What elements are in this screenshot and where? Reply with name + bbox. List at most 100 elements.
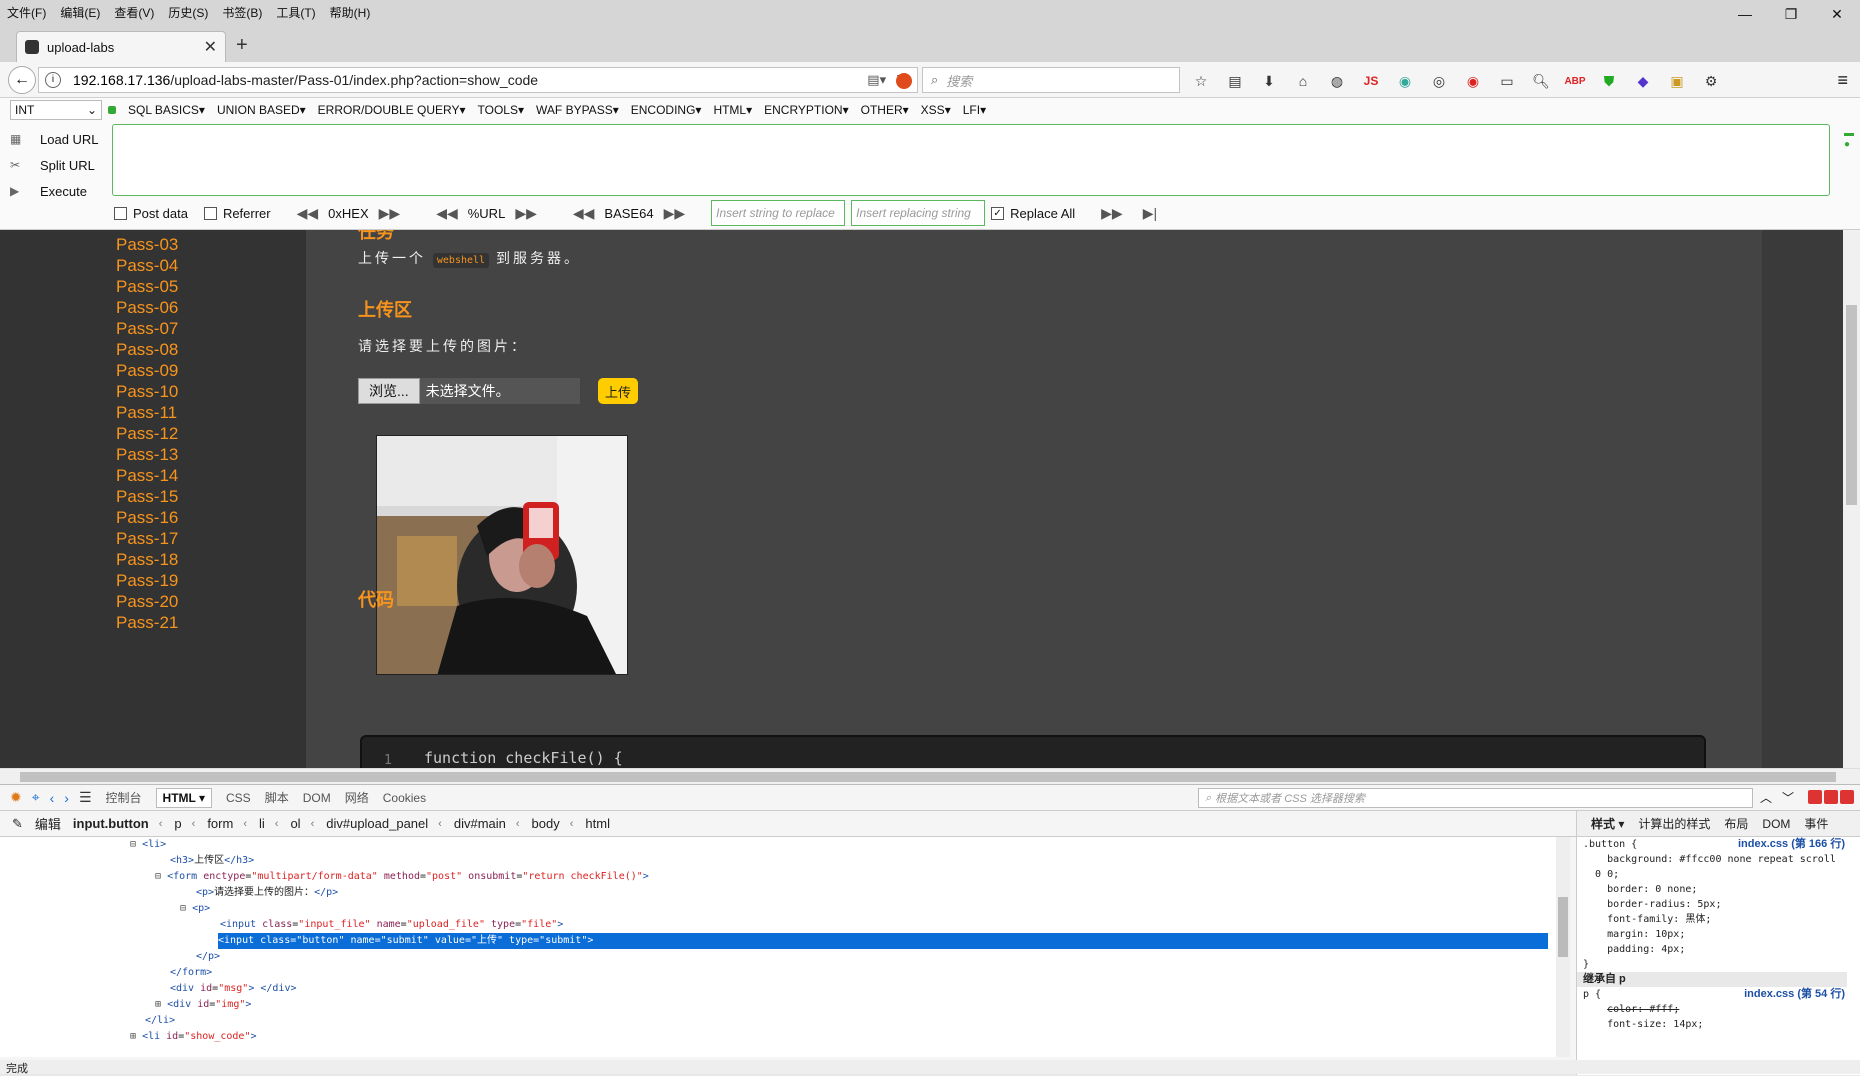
scrollbar-thumb[interactable] (1846, 305, 1857, 505)
tree-node[interactable]: <h3>上传区</h3> (170, 853, 254, 869)
hackbar-menu-error-double-query[interactable]: ERROR/DOUBLE QUERY▾ (318, 103, 466, 117)
css-property[interactable]: border: 0 none; (1577, 882, 1847, 897)
breadcrumb-body[interactable]: body (532, 816, 560, 831)
tree-node[interactable]: <p>请选择要上传的图片：</p> (196, 885, 338, 901)
sidebar-item-pass-13[interactable]: Pass-13 (116, 445, 178, 465)
replace-end-icon[interactable]: ▶| (1143, 205, 1157, 222)
replace-all-checkbox[interactable]: ✓ Replace All (991, 206, 1075, 221)
css-source-link[interactable]: index.css (第 54 行) (1744, 987, 1845, 1002)
inspect-element-icon[interactable]: ⌖ (32, 789, 40, 806)
tree-node[interactable]: ⊞ <li id="show_code"> (130, 1029, 257, 1045)
insert-string-input[interactable]: Insert string to replace (711, 200, 846, 226)
breadcrumb-form[interactable]: form (207, 816, 233, 831)
sidebar-item-pass-19[interactable]: Pass-19 (116, 571, 178, 591)
url-encode-icon[interactable]: ▶▶ (515, 205, 537, 222)
hackbar-menu-tools[interactable]: TOOLS▾ (478, 103, 525, 117)
sidebar-item-pass-14[interactable]: Pass-14 (116, 466, 178, 486)
css-property[interactable]: font-size: 14px; (1577, 1017, 1847, 1032)
css-selector[interactable]: .button {index.css (第 166 行) (1577, 837, 1847, 852)
css-property[interactable]: font-family: 黑体; (1577, 912, 1847, 927)
browser-tab[interactable]: upload-labs ✕ (16, 31, 226, 62)
breadcrumb-input-button[interactable]: input.button (73, 816, 149, 831)
menu-view[interactable]: 查看(V) (107, 4, 161, 21)
css-property[interactable]: border-radius: 5px; (1577, 897, 1847, 912)
hackbar-menu-xss[interactable]: XSS▾ (921, 103, 951, 117)
site-info-icon[interactable]: i (45, 72, 61, 88)
tab-html[interactable]: HTML ▾ (155, 787, 213, 808)
css-property[interactable]: padding: 4px; (1577, 942, 1847, 957)
addon-icon[interactable] (896, 73, 912, 89)
scrollbar-thumb[interactable] (20, 772, 1836, 782)
load-url-button[interactable]: ▦ Load URL (10, 126, 99, 152)
tree-node[interactable]: ⊟ <form enctype="multipart/form-data" me… (155, 869, 649, 885)
tab-events[interactable]: 事件 (1804, 815, 1828, 832)
tree-node[interactable]: </li> (145, 1013, 175, 1029)
css-property[interactable]: background: #ffcc00 none repeat scroll (1577, 852, 1847, 867)
sidebar-item-pass-07[interactable]: Pass-07 (116, 319, 178, 339)
close-tab-icon[interactable]: ✕ (204, 37, 217, 57)
url-decode-icon[interactable]: ◀◀ (436, 205, 458, 222)
html-tree-scrollbar[interactable] (1556, 837, 1570, 1057)
download-icon[interactable]: ⬇ (1258, 70, 1280, 92)
css-selector[interactable]: p {index.css (第 54 行) (1577, 987, 1847, 1002)
tree-node[interactable]: </form> (170, 965, 212, 981)
tab-console[interactable]: 控制台 (106, 789, 142, 806)
sidebar-item-pass-04[interactable]: Pass-04 (116, 256, 178, 276)
execute-button[interactable]: ▶ Execute (10, 178, 99, 204)
menu-edit[interactable]: 编辑(E) (53, 4, 107, 21)
forward-arrow-icon[interactable]: › (64, 790, 69, 806)
sync-icon[interactable]: ◎ (1428, 70, 1450, 92)
sidebar-item-pass-15[interactable]: Pass-15 (116, 487, 178, 507)
menu-tools[interactable]: 工具(T) (269, 4, 322, 21)
css-property[interactable]: color: #fff; (1577, 1002, 1847, 1017)
bookmarks-list-icon[interactable]: ▤ (1224, 70, 1246, 92)
url-text[interactable]: 192.168.17.136/upload-labs-master/Pass-0… (73, 72, 867, 88)
zoom-icon[interactable]: 🔍︎ (1530, 70, 1552, 92)
tree-node[interactable]: ⊟ <li> (130, 837, 166, 853)
breadcrumb-p[interactable]: p (174, 816, 181, 831)
new-tab-icon[interactable]: + (236, 34, 248, 57)
sidebar-item-pass-12[interactable]: Pass-12 (116, 424, 178, 444)
breadcrumb-main[interactable]: div#main (454, 816, 506, 831)
hackbar-toggle-icon[interactable] (108, 106, 116, 114)
globe-icon[interactable]: ◍ (1326, 70, 1348, 92)
hackbar-side-dots-icon[interactable]: ▬ ● (1844, 128, 1854, 150)
hackbar-menu-other[interactable]: OTHER▾ (861, 103, 909, 117)
sidebar-item-pass-16[interactable]: Pass-16 (116, 508, 178, 528)
tab-side-dom[interactable]: DOM (1762, 817, 1790, 831)
tab-cookies[interactable]: Cookies (383, 791, 426, 805)
diamond-icon[interactable]: ◆ (1632, 70, 1654, 92)
home-icon[interactable]: ⌂ (1292, 70, 1314, 92)
replace-forward-icon[interactable]: ▶▶ (1101, 205, 1123, 222)
back-button[interactable]: ← (8, 66, 36, 94)
hex-decode-icon[interactable]: ◀◀ (297, 205, 319, 222)
back-arrow-icon[interactable]: ‹ (50, 790, 55, 806)
hackbar-menu-waf-bypass[interactable]: WAF BYPASS▾ (536, 103, 619, 117)
hackbar-menu-encryption[interactable]: ENCRYPTION▾ (764, 103, 849, 117)
tab-css[interactable]: CSS (226, 791, 251, 805)
split-url-button[interactable]: ✂ Split URL (10, 152, 99, 178)
base64-decode-icon[interactable]: ◀◀ (573, 205, 595, 222)
devtools-close-icon[interactable] (1840, 790, 1854, 804)
breadcrumb-ol[interactable]: ol (290, 816, 300, 831)
sidebar-item-pass-08[interactable]: Pass-08 (116, 340, 178, 360)
menu-bookmarks[interactable]: 书签(B) (215, 4, 269, 21)
tab-layout[interactable]: 布局 (1724, 815, 1748, 832)
edit-icon[interactable]: ✎ (12, 816, 23, 832)
sidebar-item-pass-05[interactable]: Pass-05 (116, 277, 178, 297)
sidebar-item-pass-02[interactable]: Pass-02 (116, 230, 178, 234)
css-source-link[interactable]: index.css (第 166 行) (1738, 837, 1845, 852)
base64-encode-icon[interactable]: ▶▶ (664, 205, 686, 222)
devtools-search-input[interactable]: ⌕ 根据文本或者 CSS 选择器搜索 (1198, 788, 1753, 808)
devtools-detach-icon[interactable] (1824, 790, 1838, 804)
tab-dom[interactable]: DOM (303, 791, 331, 805)
adblock-icon[interactable]: ABP (1564, 70, 1586, 92)
edit-button[interactable]: 编辑 (35, 814, 61, 833)
page-vertical-scrollbar[interactable] (1843, 230, 1860, 768)
command-line-icon[interactable]: ☰ (79, 789, 92, 806)
page-horizontal-scrollbar[interactable] (0, 768, 1860, 784)
tree-node[interactable]: <div id="msg"> </div> (170, 981, 297, 997)
sidebar-item-pass-09[interactable]: Pass-09 (116, 361, 178, 381)
breadcrumb-upload-panel[interactable]: div#upload_panel (326, 816, 428, 831)
search-input[interactable]: ⌕ 搜索 (922, 67, 1180, 93)
